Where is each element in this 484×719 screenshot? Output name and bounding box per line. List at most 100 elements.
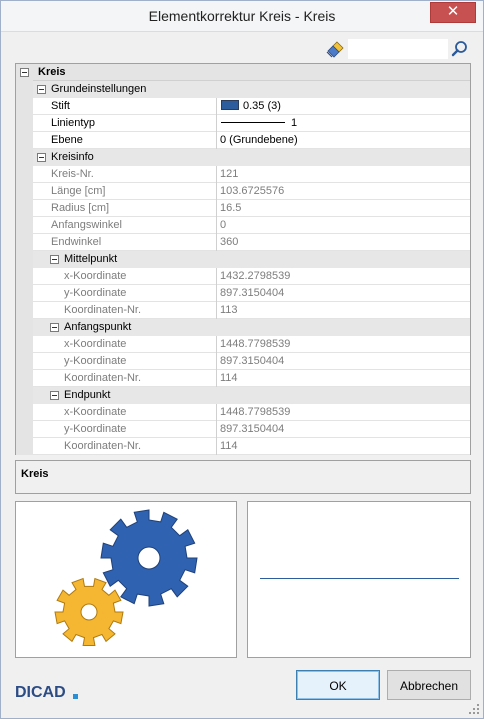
property-row[interactable]: y-Koordinate 897.3150404: [16, 353, 470, 370]
yellow-gear-hole: [80, 603, 98, 621]
category-label: Kreis: [38, 66, 66, 78]
property-row[interactable]: Linientyp 1: [16, 115, 470, 132]
collapse-icon[interactable]: [50, 391, 59, 400]
category-header[interactable]: Endpunkt: [16, 387, 470, 404]
property-row[interactable]: Kreis-Nr. 121: [16, 166, 470, 183]
property-value: 897.3150404: [216, 353, 470, 370]
property-row[interactable]: Koordinaten-Nr. 114: [16, 438, 470, 455]
property-row[interactable]: Ebene 0 (Grundebene): [16, 132, 470, 149]
dialog-window: Elementkorrektur Kreis - Kreis ✕ Kreis Gr…: [0, 0, 484, 719]
category-header[interactable]: Kreisinfo: [16, 149, 470, 166]
property-value-text: 114: [220, 440, 238, 452]
property-value[interactable]: 0 (Grundebene): [216, 132, 470, 149]
property-label: Koordinaten-Nr.: [64, 372, 142, 384]
property-row[interactable]: x-Koordinate 1448.7798539: [16, 336, 470, 353]
property-label: Stift: [51, 100, 70, 112]
property-row[interactable]: Koordinaten-Nr. 113: [16, 302, 470, 319]
category-header[interactable]: Grundeinstellungen: [16, 81, 470, 98]
property-value-text: 121: [220, 168, 239, 180]
property-row[interactable]: Koordinaten-Nr. 114: [16, 370, 470, 387]
category-label: Mittelpunkt: [64, 253, 118, 265]
ok-button[interactable]: OK: [296, 670, 380, 700]
row-gutter: [16, 421, 33, 438]
property-value: 114: [216, 370, 470, 387]
property-row[interactable]: Stift 0.35 (3): [16, 98, 470, 115]
property-value-text: 1: [291, 117, 298, 129]
property-label: Endwinkel: [51, 236, 102, 248]
property-value[interactable]: 0.35 (3): [216, 98, 470, 115]
category-header[interactable]: Mittelpunkt: [16, 251, 470, 268]
row-gutter: [16, 285, 33, 302]
property-value: 114: [216, 438, 470, 455]
property-row[interactable]: Länge [cm] 103.6725576: [16, 183, 470, 200]
window-title: Elementkorrektur Kreis - Kreis: [148, 8, 336, 24]
search-bar: [326, 39, 471, 59]
property-value-text: 897.3150404: [220, 355, 285, 367]
property-label: y-Koordinate: [64, 355, 127, 367]
search-icon[interactable]: [451, 40, 469, 58]
row-gutter: [16, 200, 33, 217]
category-label: Endpunkt: [64, 389, 111, 401]
property-label: Koordinaten-Nr.: [64, 304, 142, 316]
property-value: 121: [216, 166, 470, 183]
property-value: 360: [216, 234, 470, 251]
row-gutter: [16, 81, 33, 98]
row-gutter: [16, 353, 33, 370]
row-gutter: [16, 98, 33, 115]
property-value: 113: [216, 302, 470, 319]
blue-gear-hole: [137, 546, 161, 570]
property-label: Koordinaten-Nr.: [64, 440, 142, 452]
property-value[interactable]: 1: [216, 115, 470, 132]
search-input[interactable]: [348, 39, 448, 59]
property-label: Kreis-Nr.: [51, 168, 94, 180]
property-value: 103.6725576: [216, 183, 470, 200]
resize-grip[interactable]: [469, 704, 480, 715]
section-header[interactable]: Kreis: [16, 64, 470, 81]
property-row[interactable]: Anfangswinkel 0: [16, 217, 470, 234]
row-gutter: [16, 183, 33, 200]
property-row[interactable]: x-Koordinate 1432.2798539: [16, 268, 470, 285]
row-gutter: [16, 319, 33, 336]
property-value: 16.5: [216, 200, 470, 217]
property-value: 1432.2798539: [216, 268, 470, 285]
property-value-text: 113: [220, 304, 238, 316]
dicad-logo: DICAD: [15, 682, 83, 702]
collapse-icon[interactable]: [37, 85, 46, 94]
category-header[interactable]: Anfangspunkt: [16, 319, 470, 336]
close-icon: ✕: [446, 3, 460, 20]
linetype-sample: [221, 122, 285, 123]
property-row[interactable]: y-Koordinate 897.3150404: [16, 285, 470, 302]
property-label: Länge [cm]: [51, 185, 106, 197]
property-value-text: 0.35 (3): [243, 100, 281, 112]
property-value: 897.3150404: [216, 285, 470, 302]
row-gutter: [16, 115, 33, 132]
property-row[interactable]: Endwinkel 360: [16, 234, 470, 251]
collapse-icon[interactable]: [50, 255, 59, 264]
image-panel: [15, 501, 237, 658]
property-value: 1448.7798539: [216, 336, 470, 353]
brush-icon[interactable]: [326, 40, 345, 58]
property-value-text: 897.3150404: [220, 423, 285, 435]
close-button[interactable]: ✕: [430, 2, 476, 23]
collapse-icon[interactable]: [37, 153, 46, 162]
collapse-icon[interactable]: [50, 323, 59, 332]
property-label: Ebene: [51, 134, 83, 146]
pen-color-swatch: [221, 100, 239, 110]
property-row[interactable]: y-Koordinate 897.3150404: [16, 421, 470, 438]
description-title: Kreis: [21, 468, 49, 480]
property-row[interactable]: Radius [cm] 16.5: [16, 200, 470, 217]
property-value-text: 0 (Grundebene): [220, 134, 298, 146]
row-gutter: [16, 268, 33, 285]
property-label: y-Koordinate: [64, 287, 127, 299]
preview-line: [260, 578, 459, 579]
property-label: x-Koordinate: [64, 406, 127, 418]
property-value: 0: [216, 217, 470, 234]
row-gutter: [16, 336, 33, 353]
row-gutter: [16, 302, 33, 319]
property-value-text: 16.5: [220, 202, 242, 214]
category-label: Kreisinfo: [51, 151, 94, 163]
property-row[interactable]: x-Koordinate 1448.7798539: [16, 404, 470, 421]
collapse-icon[interactable]: [20, 68, 29, 77]
category-label: Anfangspunkt: [64, 321, 132, 333]
cancel-button[interactable]: Abbrechen: [387, 670, 471, 700]
